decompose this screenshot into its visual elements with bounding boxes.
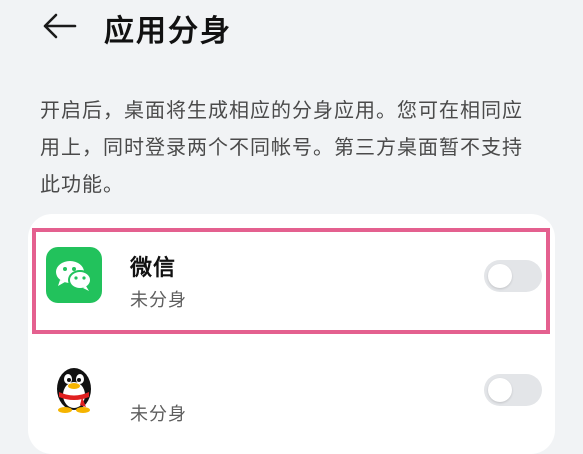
clone-toggle-qq[interactable]: [484, 374, 542, 406]
list-item-qq[interactable]: 未分身: [28, 340, 555, 452]
qq-penguin-icon: [46, 359, 102, 415]
list-item-wechat[interactable]: 微信 未分身: [28, 228, 555, 340]
page-title: 应用分身: [104, 14, 232, 49]
description-text: 开启后，桌面将生成相应的分身应用。您可在相同应用上，同时登录两个不同帐号。第三方…: [40, 98, 523, 196]
toggle-knob: [488, 264, 512, 288]
back-button[interactable]: [40, 10, 80, 42]
app-status: 未分身: [130, 290, 187, 311]
app-name: 微信: [130, 256, 177, 281]
app-bar: 应用分身: [0, 0, 583, 60]
toggle-knob: [488, 378, 512, 402]
wechat-icon: [46, 247, 102, 303]
clone-toggle-wechat[interactable]: [484, 260, 542, 292]
arrow-left-icon: [43, 13, 77, 39]
app-status: 未分身: [130, 404, 187, 425]
app-list-card: 微信 未分身 未分身: [28, 214, 555, 454]
